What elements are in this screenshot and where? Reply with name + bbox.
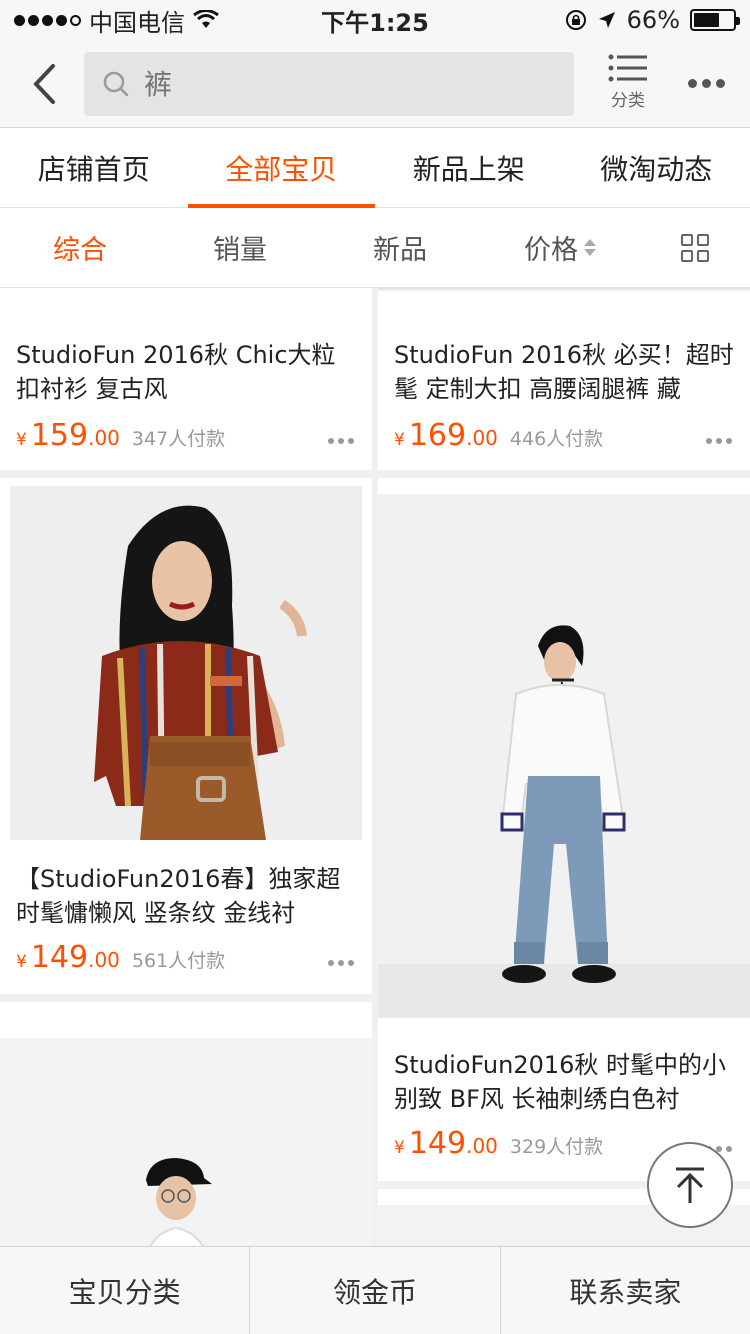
search-box[interactable]: [84, 52, 574, 116]
product-image: [378, 494, 750, 1018]
sold-count: 347人付款: [131, 428, 226, 450]
price-decimal: .00: [466, 426, 498, 450]
tab-weitao-feed[interactable]: 微淘动态: [563, 128, 750, 207]
wifi-icon: [193, 10, 219, 28]
currency-symbol: ¥: [16, 952, 27, 972]
sort-arrows-icon: [584, 239, 596, 256]
signal-strength-icon: [14, 14, 81, 26]
card-more-button[interactable]: [706, 436, 734, 446]
more-button[interactable]: [682, 68, 730, 98]
currency-symbol: ¥: [394, 1138, 405, 1158]
sort-newest[interactable]: 新品: [320, 208, 480, 287]
sort-bar: 综合 销量 新品 价格: [0, 208, 750, 288]
location-arrow-icon: [598, 12, 615, 28]
currency-symbol: ¥: [16, 430, 27, 450]
carrier-label: 中国电信: [89, 8, 185, 37]
bottom-bar: 宝贝分类 领金币 联系卖家: [0, 1246, 750, 1334]
shop-tabs: 店铺首页 全部宝贝 新品上架 微淘动态: [0, 128, 750, 208]
more-dot-icon: [687, 78, 697, 88]
grid-icon: [681, 233, 709, 262]
product-card[interactable]: StudioFun 2016秋 必买！超时髦 定制大扣 高腰阔腿裤 藏 ¥ 16…: [378, 288, 750, 470]
sold-count: 446人付款: [509, 428, 604, 450]
sort-price[interactable]: 价格: [480, 208, 640, 287]
image-bottom-edge: [378, 288, 750, 292]
sold-count: 561人付款: [131, 950, 226, 972]
contact-seller-button[interactable]: 联系卖家: [501, 1247, 750, 1334]
get-coins-button[interactable]: 领金币: [250, 1247, 501, 1334]
product-image: [0, 1038, 372, 1246]
product-title: StudioFun 2016秋 必买！超时髦 定制大扣 高腰阔腿裤 藏: [394, 341, 734, 403]
price-integer: 149: [408, 1126, 467, 1161]
price-integer: 159: [30, 418, 89, 453]
arrow-up-icon: [676, 1167, 704, 1203]
product-grid: StudioFun 2016秋 Chic大粒扣衬衫 复古风 ¥ 159 .00 …: [0, 288, 750, 1246]
more-dot-icon: [715, 78, 725, 88]
scroll-to-top-button[interactable]: [647, 1142, 733, 1228]
chevron-left-icon: [33, 64, 55, 104]
sort-price-label: 价格: [524, 235, 578, 266]
product-title: StudioFun2016秋 时髦中的小别致 BF风 长袖刺绣白色衬: [394, 1051, 727, 1113]
product-image: [10, 486, 362, 840]
sort-comprehensive[interactable]: 综合: [0, 208, 160, 287]
nav-bar: 分类: [0, 40, 750, 128]
product-card[interactable]: [0, 1002, 372, 1246]
sort-sales[interactable]: 销量: [160, 208, 320, 287]
sold-count: 329人付款: [509, 1136, 604, 1158]
tab-shop-home[interactable]: 店铺首页: [0, 128, 188, 207]
price-decimal: .00: [88, 948, 120, 972]
sort-comprehensive-label: 综合: [53, 235, 107, 266]
search-input[interactable]: [144, 67, 544, 101]
product-card[interactable]: StudioFun2016秋 时髦中的小别致 BF风 长袖刺绣白色衬 ¥ 149…: [378, 478, 750, 1181]
price-integer: 149: [30, 940, 89, 975]
battery-icon: [690, 9, 740, 31]
currency-symbol: ¥: [394, 430, 405, 450]
price-decimal: .00: [466, 1134, 498, 1158]
sort-newest-label: 新品: [373, 235, 427, 266]
rotation-lock-icon: [565, 10, 586, 30]
card-more-button[interactable]: [328, 958, 356, 968]
price-integer: 169: [408, 418, 467, 453]
category-button[interactable]: 分类: [600, 54, 656, 118]
status-bar: 中国电信 下午1:25 66%: [0, 0, 750, 40]
product-card[interactable]: StudioFun 2016秋 Chic大粒扣衬衫 复古风 ¥ 159 .00 …: [0, 288, 372, 470]
list-icon: [608, 54, 647, 82]
product-card[interactable]: 【StudioFun2016春】独家超时髦慵懒风 竖条纹 金线衬 ¥ 149 .…: [0, 478, 372, 994]
sort-sales-label: 销量: [213, 235, 267, 266]
search-icon: [103, 71, 129, 97]
card-more-button[interactable]: [328, 436, 356, 446]
layout-toggle-button[interactable]: [640, 208, 750, 287]
category-label: 分类: [611, 91, 645, 111]
back-button[interactable]: [24, 62, 64, 106]
tab-new-arrivals[interactable]: 新品上架: [375, 128, 563, 207]
price-decimal: .00: [88, 426, 120, 450]
more-dot-icon: [701, 78, 711, 88]
item-categories-button[interactable]: 宝贝分类: [0, 1247, 251, 1334]
product-title: StudioFun 2016秋 Chic大粒扣衬衫 复古风: [16, 341, 336, 403]
tab-all-items[interactable]: 全部宝贝: [187, 128, 376, 208]
product-title: 【StudioFun2016春】独家超时髦慵懒风 竖条纹 金线衬: [16, 865, 341, 927]
battery-percent: 66%: [626, 6, 680, 34]
